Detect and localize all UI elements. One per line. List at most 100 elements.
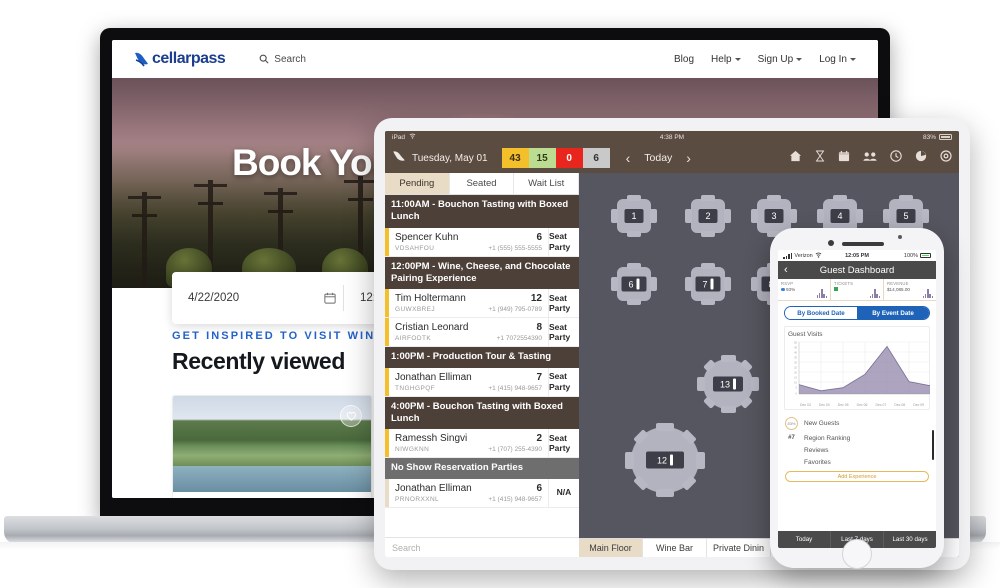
tab-wait-list[interactable]: Wait List: [514, 173, 580, 195]
reservation-row[interactable]: Spencer Kuhn 6 VDSAHFOU +1 (555) 555-5555 …: [385, 227, 579, 257]
stat-tickets-label: TICKETS: [834, 281, 854, 286]
list-item-new-guests[interactable]: 83% New Guests: [785, 414, 929, 432]
phone-camera: [828, 240, 834, 246]
svg-text:30: 30: [794, 361, 797, 365]
stat-rsvp[interactable]: RSVP 93%: [778, 279, 831, 300]
nav-link-help[interactable]: Help: [711, 54, 741, 65]
segment-by-booked-date[interactable]: By Booked Date: [785, 307, 857, 319]
count-badge-pending[interactable]: 43: [501, 148, 529, 168]
guest-visits-area-chart: 50 45 40 35 30 25 20 15 10 5 0: [788, 340, 931, 402]
range-tab-today[interactable]: Today: [778, 531, 831, 548]
phone-status-bar: Verizon 12:05 PM 100%: [778, 250, 936, 261]
reservation-list[interactable]: 11:00AM - Bouchon Tasting with Boxed Lun…: [385, 195, 579, 537]
count-badge-seated[interactable]: 15: [528, 148, 556, 168]
table-number-text: 6: [628, 279, 634, 289]
nav-link-login[interactable]: Log In: [819, 54, 856, 65]
floor-tab-main-floor[interactable]: Main Floor: [579, 539, 643, 557]
guest-phone: +1 (707) 255-4390: [488, 446, 542, 454]
list-item-label: Region Ranking: [804, 434, 851, 442]
chevron-left-icon[interactable]: ‹: [626, 150, 631, 166]
status-count-badges: 43 15 0 6: [501, 148, 610, 168]
guest-phone: +1 (415) 948-9657: [488, 384, 542, 392]
seat-party-button[interactable]: Seat Party: [548, 289, 579, 318]
calendar-icon[interactable]: [317, 292, 343, 304]
chevron-left-icon[interactable]: ‹: [784, 264, 788, 276]
pie-chart-icon[interactable]: [915, 149, 927, 167]
reservation-row[interactable]: Jonathan Elliman 6 PRNORXXNL +1 (415) 948-…: [385, 478, 579, 508]
add-experience-button[interactable]: Add Experience: [785, 471, 929, 482]
reservation-row[interactable]: Jonathan Elliman 7 TNGHGPQF +1 (415) 948-9…: [385, 367, 579, 397]
floor-tab-wine-bar[interactable]: Wine Bar: [643, 539, 707, 557]
tab-seated[interactable]: Seated: [449, 173, 515, 195]
cellarpass-logo[interactable]: cellarpass: [134, 50, 226, 68]
reservation-row[interactable]: Tim Holtermann 12 GUWXBREJ +1 (949) 795-07…: [385, 289, 579, 319]
list-item-favorites[interactable]: Favorites: [785, 456, 929, 468]
segment-by-event-date[interactable]: By Event Date: [857, 307, 929, 319]
sparkline-icon: [922, 289, 933, 298]
region-rank-value: #7: [788, 435, 795, 441]
ipad-status-time: 4:38 PM: [659, 133, 685, 141]
reservation-row[interactable]: Cristian Leonard 8 AIRFODTK +1 7072554390 …: [385, 318, 579, 348]
today-label[interactable]: Today: [644, 152, 672, 164]
table-number: 2: [698, 209, 718, 223]
table-number-text: 13: [719, 379, 731, 389]
party-size: 2: [536, 433, 542, 445]
tab-pending[interactable]: Pending: [385, 173, 450, 195]
guests-icon[interactable]: [863, 149, 877, 167]
seat-party-button[interactable]: Seat Party: [548, 429, 579, 458]
svg-text:25: 25: [794, 366, 797, 370]
range-tab-last-30-days[interactable]: Last 30 days: [884, 531, 936, 548]
floor-tab-private-dining[interactable]: Private Dinin: [707, 539, 771, 557]
chevron-right-icon[interactable]: ›: [686, 150, 691, 166]
date-input[interactable]: 4/22/2020: [172, 292, 317, 304]
heart-icon[interactable]: [340, 405, 362, 427]
reservation-row[interactable]: Ramessh Singvi 2 NIWGKNN +1 (707) 255-4390…: [385, 429, 579, 459]
guest-phone: +1 (415) 948-9657: [488, 495, 542, 503]
guest-phone: +1 7072554390: [496, 335, 542, 343]
reservation-details: Jonathan Elliman 6 PRNORXXNL +1 (415) 948-…: [389, 479, 548, 507]
scrollbar-thumb[interactable]: [932, 430, 934, 460]
hourglass-icon[interactable]: [815, 149, 825, 167]
count-badge-alert[interactable]: 0: [555, 148, 583, 168]
reservation-group-header: 4:00PM - Bouchon Tasting with Boxed Lunc…: [385, 396, 579, 430]
table-number: 13: [712, 376, 744, 392]
floor-table-6[interactable]: 6: [611, 263, 657, 305]
nav-link-signup[interactable]: Sign Up: [758, 54, 803, 65]
site-search-label: Search: [274, 53, 306, 65]
clock-icon[interactable]: [890, 149, 902, 167]
reservation-search-input[interactable]: Search: [385, 537, 579, 557]
count-badge-other[interactable]: 6: [582, 148, 610, 168]
floor-table-13[interactable]: 13: [697, 355, 759, 413]
site-search[interactable]: Search: [259, 54, 306, 65]
chart-title: Guest Visits: [788, 331, 823, 338]
seat-party-button[interactable]: Seat Party: [548, 318, 579, 347]
ipad-device-label: iPad: [392, 133, 406, 141]
stat-tickets[interactable]: TICKETS: [831, 279, 884, 300]
phone-home-button[interactable]: [842, 539, 872, 569]
home-icon[interactable]: [789, 149, 802, 167]
svg-text:50: 50: [794, 341, 797, 345]
gear-icon[interactable]: [940, 149, 952, 167]
floor-table-2[interactable]: 2: [685, 195, 731, 237]
table-number: 6: [621, 276, 647, 292]
cellarpass-mark-icon: [392, 149, 406, 168]
table-number-text: 12: [656, 455, 668, 465]
venue-card[interactable]: Alpha Omega St. Helena: [172, 395, 372, 498]
nav-link-blog[interactable]: Blog: [674, 54, 694, 65]
chart-x-tick: Dec 03: [800, 403, 811, 407]
seat-party-button[interactable]: Seat Party: [548, 367, 579, 396]
chevron-down-icon: [850, 57, 856, 61]
floor-table-7[interactable]: 7: [685, 263, 731, 305]
calendar-icon[interactable]: [838, 149, 850, 167]
list-item-reviews[interactable]: Reviews: [785, 444, 929, 456]
floor-table-12[interactable]: 12: [625, 423, 705, 497]
seat-party-button[interactable]: Seat Party: [548, 227, 579, 256]
stat-revenue[interactable]: REVENUE $14,085.00: [884, 279, 936, 300]
table-number: 4: [830, 209, 850, 223]
floor-table-1[interactable]: 1: [611, 195, 657, 237]
reservation-details: Tim Holtermann 12 GUWXBREJ +1 (949) 795-07…: [389, 289, 548, 317]
chart-x-labels: Dec 03 Dec 04 Dec 05 Dec 06 Dec 07 Dec 0…: [788, 402, 926, 407]
tickets-square-icon: [834, 287, 838, 291]
ipad-status-bar: iPad 4:38 PM 83%: [385, 131, 959, 143]
list-item-region-ranking[interactable]: #7 Region Ranking: [785, 432, 929, 444]
